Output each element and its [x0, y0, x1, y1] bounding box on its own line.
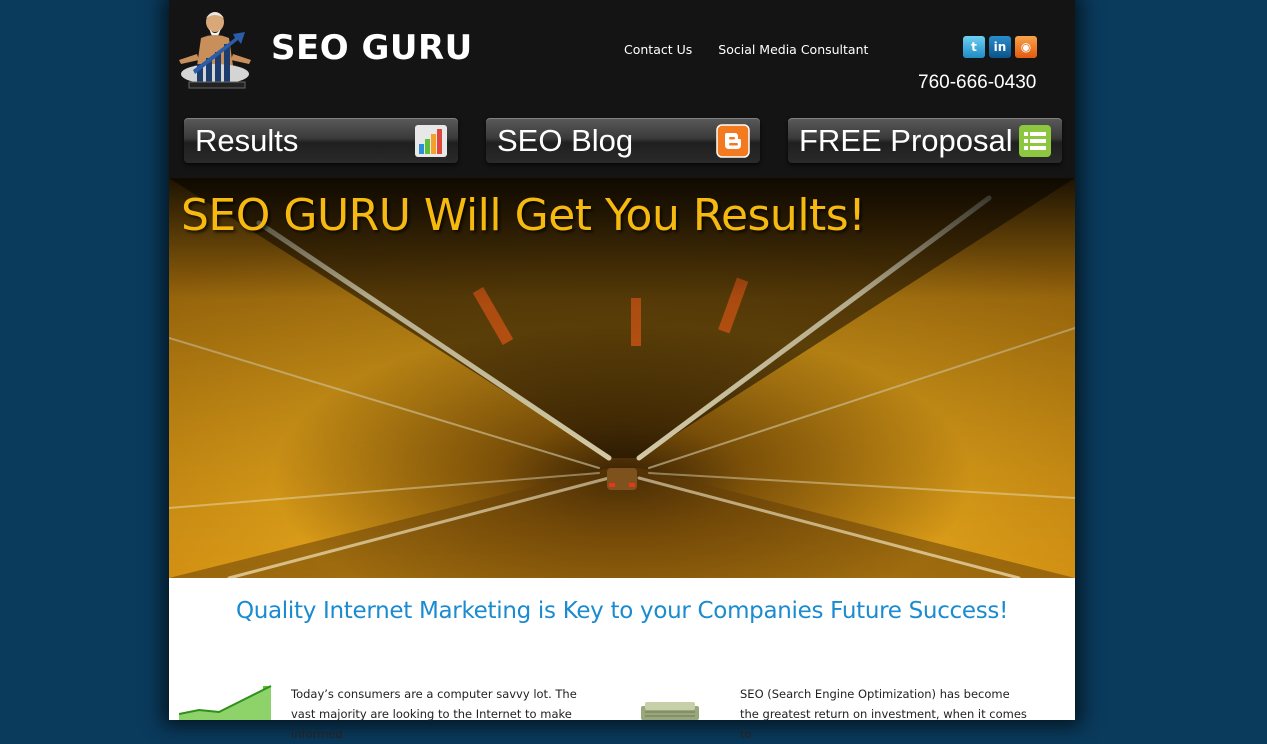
list-icon	[1019, 125, 1051, 157]
phone-number: 760-666-0430	[918, 72, 1037, 93]
top-links: Contact Us Social Media Consultant	[624, 42, 890, 57]
social-media-consultant-link[interactable]: Social Media Consultant	[718, 42, 868, 57]
tagline-heading: Quality Internet Marketing is Key to you…	[235, 598, 1009, 624]
bar-chart-icon	[415, 125, 447, 157]
hero-banner: SEO GURU Will Get You Results!	[169, 178, 1075, 578]
intro-paragraph-2: SEO (Search Engine Optimization) has bec…	[740, 687, 1027, 741]
brand-name[interactable]: SEO GURU	[271, 28, 473, 68]
contact-us-link[interactable]: Contact Us	[624, 42, 692, 57]
social-icons: t in ◉	[963, 36, 1037, 58]
growth-chart-icon	[179, 685, 272, 720]
linkedin-icon[interactable]: in	[989, 36, 1011, 58]
site-header: SEO GURU Contact Us Social Media Consult…	[169, 0, 1075, 178]
intro-paragraph-1: Today’s consumers are a computer savvy l…	[291, 687, 577, 741]
nav-free-proposal-button[interactable]: FREE Proposal	[788, 118, 1062, 163]
guru-logo-icon[interactable]	[175, 4, 257, 92]
hero-title: SEO GURU Will Get You Results!	[181, 190, 866, 241]
nav-results-button[interactable]: Results	[184, 118, 458, 163]
nav-results-label: Results	[195, 123, 299, 158]
nav-free-proposal-label: FREE Proposal	[799, 123, 1013, 158]
nav-seo-blog-button[interactable]: SEO Blog	[486, 118, 760, 163]
nav-seo-blog-label: SEO Blog	[497, 123, 634, 158]
blogger-icon	[716, 124, 750, 158]
page-container: SEO GURU Contact Us Social Media Consult…	[169, 0, 1075, 741]
money-stack-icon	[641, 702, 699, 720]
twitter-icon[interactable]: t	[963, 36, 985, 58]
rss-icon[interactable]: ◉	[1015, 36, 1037, 58]
